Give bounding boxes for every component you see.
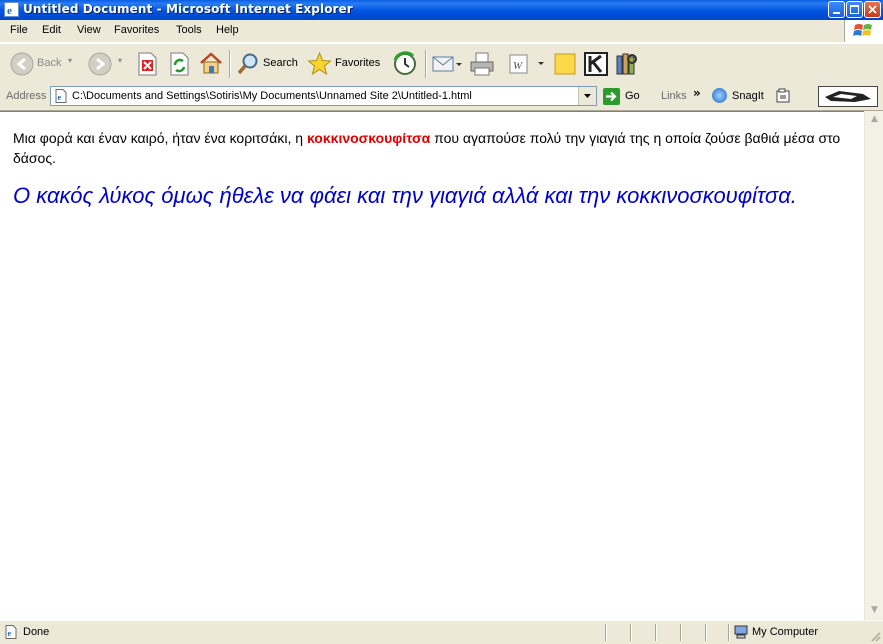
search-label: Search [263, 57, 298, 69]
windows-logo [844, 20, 883, 42]
page-content: Μια φορά και έναν καιρό, ήταν ένα κοριτσ… [0, 111, 864, 620]
scroll-up-icon[interactable]: ▲ [867, 112, 882, 127]
edit-word-icon[interactable]: W [508, 53, 548, 75]
messenger-k-icon[interactable] [584, 52, 608, 76]
stop-icon[interactable] [136, 52, 158, 76]
windows-throbber-icon [825, 91, 871, 102]
status-bar: e Done My Computer [0, 620, 883, 644]
toolbar-separator [229, 50, 231, 78]
forward-dropdown-icon[interactable]: ▾ [118, 56, 122, 65]
print-icon[interactable] [469, 51, 495, 77]
go-arrow-icon [606, 91, 617, 102]
forward-arrow-icon [88, 52, 112, 76]
close-button[interactable] [864, 1, 881, 18]
close-icon [868, 5, 877, 14]
status-divider [680, 624, 682, 641]
svg-text:e: e [7, 5, 12, 17]
toolbar-separator [425, 50, 427, 78]
back-label: Back [37, 57, 62, 69]
status-divider [705, 624, 707, 641]
address-label: Address [6, 90, 47, 102]
window-title: Untitled Document - Microsoft Internet E… [23, 2, 353, 16]
page-done-icon: e [5, 625, 17, 639]
home-icon[interactable] [199, 51, 223, 75]
status-divider [728, 624, 730, 641]
links-chevron-icon[interactable]: » [693, 86, 701, 100]
highlighted-name: κοκκινοσκουφίτσα [306, 130, 431, 146]
wolf-paragraph: Ο κακός λύκος όμως ήθελε να φάει και την… [13, 183, 797, 208]
throbber [818, 86, 878, 107]
page-icon: e [55, 89, 67, 103]
my-computer-icon [734, 625, 748, 639]
menu-file[interactable]: File [10, 24, 28, 36]
security-zone: My Computer [752, 626, 819, 638]
history-icon[interactable] [392, 51, 418, 77]
menu-favorites[interactable]: Favorites [114, 24, 159, 36]
maximize-button[interactable] [846, 1, 863, 18]
windows-flag-icon [853, 24, 872, 36]
menu-edit[interactable]: Edit [42, 24, 61, 36]
back-arrow-icon [10, 52, 34, 76]
ie-icon: e [4, 2, 19, 17]
menu-bar: File Edit View Favorites Tools Help [0, 20, 883, 43]
browser-window: e Untitled Document - Microsoft Internet… [0, 0, 883, 644]
mail-icon[interactable] [432, 53, 462, 75]
address-url: C:\Documents and Settings\Sotiris\My Doc… [72, 90, 472, 102]
resize-grip-icon[interactable] [869, 630, 881, 642]
intro-paragraph: Μια φορά και έναν καιρό, ήταν ένα κοριτσ… [13, 128, 843, 168]
address-input[interactable]: e C:\Documents and Settings\Sotiris\My D… [50, 86, 597, 106]
address-dropdown-button[interactable] [578, 87, 596, 105]
research-books-icon[interactable] [614, 51, 640, 77]
favorites-label: Favorites [335, 57, 381, 69]
menu-help[interactable]: Help [216, 24, 239, 36]
status-divider [630, 624, 632, 641]
scroll-down-icon[interactable]: ▼ [867, 603, 882, 618]
svg-text:e: e [8, 629, 12, 638]
chevron-down-icon [584, 94, 591, 98]
snagit-capture-icon[interactable] [776, 88, 792, 103]
go-button[interactable] [603, 88, 620, 105]
snagit-label[interactable]: SnagIt [732, 90, 764, 102]
links-label[interactable]: Links [661, 90, 687, 102]
menu-view[interactable]: View [77, 24, 101, 36]
star-icon [307, 51, 332, 76]
minimize-button[interactable] [828, 1, 845, 18]
refresh-icon[interactable] [168, 52, 190, 76]
status-text: Done [23, 626, 50, 638]
svg-text:e: e [58, 93, 62, 102]
search-icon [237, 53, 258, 75]
go-label[interactable]: Go [625, 90, 640, 102]
back-dropdown-icon[interactable]: ▾ [68, 56, 72, 65]
svg-text:W: W [513, 60, 523, 72]
vertical-scrollbar[interactable]: ▲ ▼ [864, 111, 883, 619]
menu-tools[interactable]: Tools [176, 24, 202, 36]
snagit-icon[interactable] [712, 88, 727, 103]
intro-text-start: Μια φορά και έναν καιρό, ήταν ένα κοριτσ… [13, 130, 307, 146]
standard-toolbar: Back ▾ ▾ Search Favorites W [0, 43, 883, 85]
status-divider [655, 624, 657, 641]
title-bar[interactable]: e Untitled Document - Microsoft Internet… [0, 0, 883, 20]
discuss-note-icon[interactable] [553, 52, 577, 76]
status-divider [605, 624, 607, 641]
